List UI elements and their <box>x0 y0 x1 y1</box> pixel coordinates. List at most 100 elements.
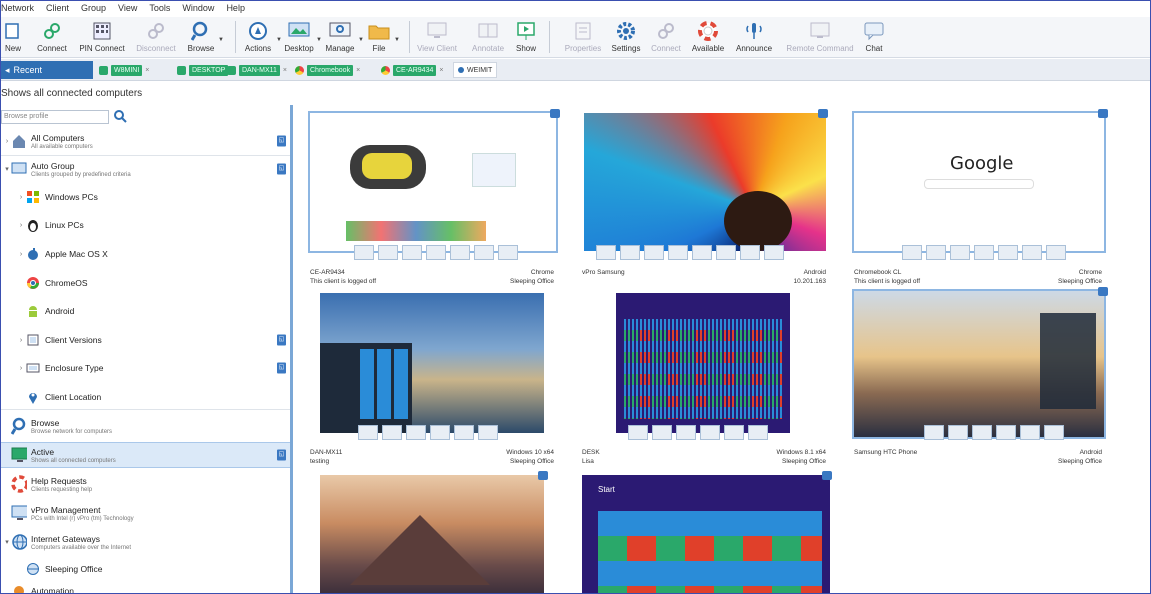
chevron-down-icon[interactable]: ▾ <box>3 165 11 173</box>
search-input[interactable]: Browse profile <box>1 110 109 124</box>
menu-network[interactable]: Network <box>1 3 34 16</box>
close-icon[interactable]: × <box>439 67 443 74</box>
browse-button[interactable]: Browse ▼ <box>185 17 224 57</box>
client-name: DESK <box>582 449 600 456</box>
client-tab[interactable]: CE-AR9434 × <box>381 63 443 77</box>
connect-disabled-button[interactable]: Connect <box>649 17 683 57</box>
tile-menu-icon[interactable] <box>550 109 560 118</box>
chevron-down-icon[interactable]: ▾ <box>3 538 11 546</box>
menu-group[interactable]: Group <box>81 3 106 16</box>
tile-menu-icon[interactable] <box>1098 287 1108 296</box>
chevron-right-icon[interactable]: › <box>17 337 25 344</box>
client-group: Sleeping Office <box>1058 458 1102 465</box>
client-group: Sleeping Office <box>510 278 554 285</box>
actions-button[interactable]: Actions ▼ <box>241 17 282 57</box>
client-tab[interactable]: DESKTOP <box>177 63 229 77</box>
client-tab-active[interactable]: WEIMIT <box>453 62 498 78</box>
menu-view[interactable]: View <box>118 3 137 16</box>
sidebar-item-vpro-management[interactable]: vPro Management PCs with Intel (r) vPro (… <box>1 500 290 526</box>
client-tile[interactable]: DAN-MX11 Windows 10 x64 testing Sleeping… <box>308 291 558 471</box>
settings-button[interactable]: Settings <box>609 17 643 57</box>
client-tile[interactable] <box>308 471 558 593</box>
keypad-icon <box>91 20 113 42</box>
chrome-icon <box>295 65 304 75</box>
view-client-button[interactable]: View Client <box>415 17 459 57</box>
client-tile[interactable]: Samsung HTC Phone Android Sleeping Offic… <box>852 287 1108 469</box>
monitor-gear-icon <box>329 20 351 42</box>
sidebar-item-linux-pcs[interactable]: › Linux PCs <box>1 217 290 233</box>
sidebar-item-internet-gateways[interactable]: ▾ Internet Gateways Computers available o… <box>1 529 290 555</box>
search-icon[interactable] <box>113 109 127 123</box>
sidebar-item-client-versions[interactable]: › Client Versions ◱ <box>1 332 290 348</box>
client-tile[interactable]: vPro Samsung Android 10.201.163 <box>582 109 828 289</box>
announce-button[interactable]: Announce <box>733 17 775 57</box>
client-os: Windows 8.1 x64 <box>776 449 827 456</box>
recent-tab[interactable]: ◂ Recent <box>1 61 93 79</box>
close-icon[interactable]: × <box>283 67 287 74</box>
close-icon[interactable]: × <box>356 67 360 74</box>
book-icon <box>477 20 499 42</box>
annotate-button[interactable]: Annotate <box>469 17 507 57</box>
client-os: Android <box>803 269 826 276</box>
tile-menu-icon[interactable] <box>538 471 548 480</box>
chevron-right-icon[interactable]: › <box>17 365 25 372</box>
menu-help[interactable]: Help <box>226 3 245 16</box>
android-icon <box>25 303 41 319</box>
client-tab[interactable]: W8MINI × <box>99 63 149 77</box>
menu-tools[interactable]: Tools <box>149 3 170 16</box>
home-icon <box>11 133 27 149</box>
client-tile[interactable]: DESK Windows 8.1 x64 Lisa Sleeping Offic… <box>582 291 828 471</box>
pin-connect-button[interactable]: PIN Connect <box>77 17 127 57</box>
menu-client[interactable]: Client <box>46 3 69 16</box>
client-screen <box>584 113 826 251</box>
client-tabs-bar: ◂ Recent W8MINI × DESKTOP DAN-MX11 × Chr… <box>1 59 1150 81</box>
client-name: DAN-MX11 <box>310 449 343 456</box>
sidebar-item-help-requests[interactable]: Help Requests Clients requesting help <box>1 471 290 497</box>
chevron-right-icon[interactable]: › <box>17 194 25 201</box>
client-tile[interactable]: CE-AR9434 Chrome This client is logged o… <box>308 109 560 289</box>
chat-button[interactable]: Chat <box>861 17 887 57</box>
monitor-icon <box>426 20 448 42</box>
client-name: Samsung HTC Phone <box>854 449 918 456</box>
sidebar-item-client-location[interactable]: Client Location <box>1 389 290 405</box>
sidebar-item-all-computers[interactable]: › All Computers All available computers ◱ <box>1 129 290 153</box>
show-button[interactable]: Show <box>513 17 539 57</box>
desktop-button[interactable]: Desktop ▼ <box>283 17 322 57</box>
chevron-right-icon[interactable]: › <box>3 138 11 145</box>
menu-window[interactable]: Window <box>182 3 214 16</box>
close-icon[interactable]: × <box>145 67 149 74</box>
sidebar-item-active[interactable]: Active Shows all connected computers ◱ <box>1 442 290 468</box>
toolbar: New Connect PIN Connect Disconnect Brows… <box>1 17 1150 58</box>
chevron-right-icon[interactable]: › <box>17 222 25 229</box>
client-status: This client is logged off <box>854 278 920 285</box>
tile-menu-icon[interactable] <box>818 109 828 118</box>
sidebar-item-apple-mac[interactable]: › Apple Mac OS X <box>1 246 290 262</box>
new-button[interactable]: New <box>1 17 25 57</box>
client-tab[interactable]: Chromebook × <box>295 63 360 77</box>
sidebar-item-automation[interactable]: Automation <box>1 585 290 593</box>
chevron-down-icon: ▼ <box>358 37 364 43</box>
properties-button[interactable]: Properties <box>561 17 605 57</box>
available-button[interactable]: Available <box>689 17 727 57</box>
sidebar-item-auto-group[interactable]: ▾ Auto Group Clients grouped by predefine… <box>1 157 290 181</box>
connect-button[interactable]: Connect <box>31 17 73 57</box>
client-tile[interactable]: Google Chromebook CL Chrome This client … <box>852 109 1108 289</box>
chevron-right-icon[interactable]: › <box>17 251 25 258</box>
remote-command-button[interactable]: Remote Command <box>783 17 857 57</box>
disconnect-button[interactable]: Disconnect <box>133 17 179 57</box>
sidebar-item-browse[interactable]: Browse Browse network for computers <box>1 413 290 439</box>
tile-menu-icon[interactable] <box>822 471 832 480</box>
client-tab[interactable]: DAN-MX11 × <box>227 63 287 77</box>
manage-button[interactable]: Manage ▼ <box>323 17 364 57</box>
monitor-icon <box>11 447 27 463</box>
sidebar-item-chromeos[interactable]: ChromeOS <box>1 275 290 291</box>
sidebar-item-enclosure-type[interactable]: › Enclosure Type ◱ <box>1 360 290 376</box>
sidebar-item-windows-pcs[interactable]: › Windows PCs <box>1 189 290 205</box>
file-button[interactable]: File ▼ <box>365 17 400 57</box>
tile-menu-icon[interactable] <box>1098 109 1108 118</box>
tile-toolbar <box>902 245 1066 260</box>
divider <box>549 21 550 53</box>
sidebar-item-android[interactable]: Android <box>1 303 290 319</box>
sidebar-item-sleeping-office[interactable]: Sleeping Office <box>1 561 290 577</box>
client-tile[interactable]: Start <box>582 471 834 593</box>
